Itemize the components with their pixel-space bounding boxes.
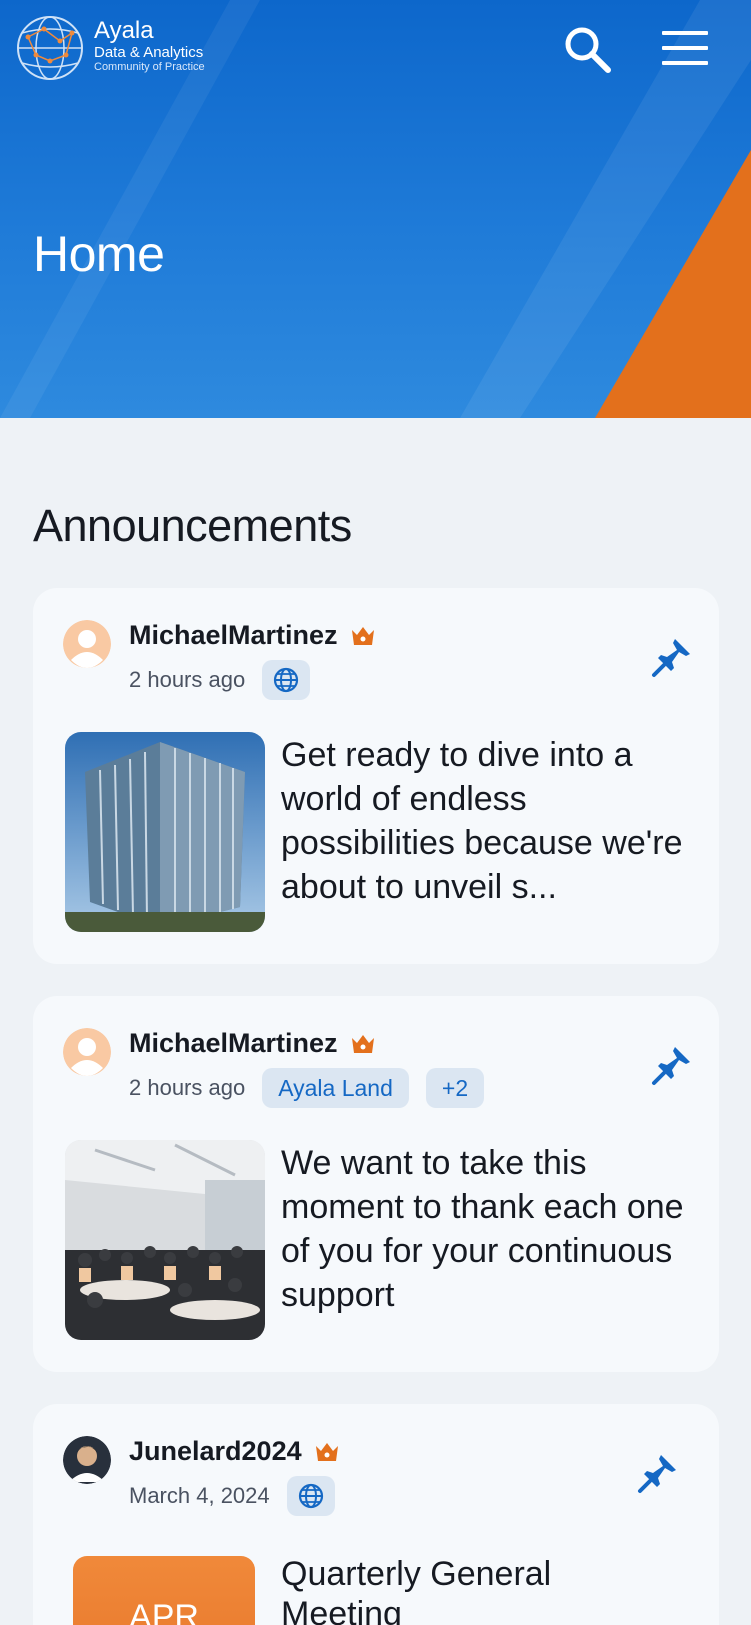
section-title-announcements: Announcements [33,500,352,551]
post-time: 2 hours ago [129,667,246,692]
post-image-meeting-room[interactable] [65,1140,265,1340]
audience-chip[interactable] [262,660,311,700]
page-title: Home [33,226,165,282]
crown-icon [315,1442,338,1461]
logo-tagline: Community of Practice [94,61,205,73]
pin-icon[interactable] [637,1452,679,1494]
crown-icon [351,626,374,645]
event-date-badge: APR [73,1556,255,1625]
hero-header: Ayala Data & Analytics Community of Prac… [0,0,751,418]
tag-chip-ayala-land[interactable]: Ayala Land [262,1068,409,1108]
audience-chip[interactable] [286,1476,335,1516]
logo-title: Ayala [94,17,154,44]
post-time: 2 hours ago [129,1075,246,1100]
hamburger-menu-icon[interactable] [660,28,710,68]
brand-logo[interactable]: Ayala Data & Analytics Community of Prac… [16,15,205,81]
avatar[interactable] [63,1028,111,1076]
announcement-card[interactable]: MichaelMartinez 2 hours ago Ayala Land +… [33,996,719,1372]
tag-chip-more[interactable]: +2 [425,1068,485,1108]
author-name[interactable]: Junelard2024 [129,1436,302,1467]
author-name[interactable]: MichaelMartinez [129,1028,338,1059]
post-time: March 4, 2024 [129,1483,270,1508]
pin-icon[interactable] [651,1044,693,1086]
post-text[interactable]: Get ready to dive into a world of endles… [281,733,691,909]
announcement-card[interactable]: MichaelMartinez 2 hours ago Get ready to… [33,588,719,964]
globe-icon [274,667,299,693]
logo-subtitle: Data & Analytics [94,44,204,61]
globe-logo-icon [17,16,83,80]
event-title[interactable]: Quarterly General Meeting [281,1554,681,1625]
post-text[interactable]: We want to take this moment to thank eac… [281,1141,691,1317]
globe-icon [298,1483,323,1509]
search-icon[interactable] [562,24,614,74]
avatar[interactable] [63,620,111,668]
post-image-building[interactable] [65,732,265,932]
author-name[interactable]: MichaelMartinez [129,620,338,651]
pin-icon[interactable] [651,636,693,678]
announcement-card[interactable]: Junelard2024 March 4, 2024 APR Quarterly… [33,1404,719,1625]
avatar[interactable] [63,1436,111,1484]
crown-icon [351,1034,374,1053]
